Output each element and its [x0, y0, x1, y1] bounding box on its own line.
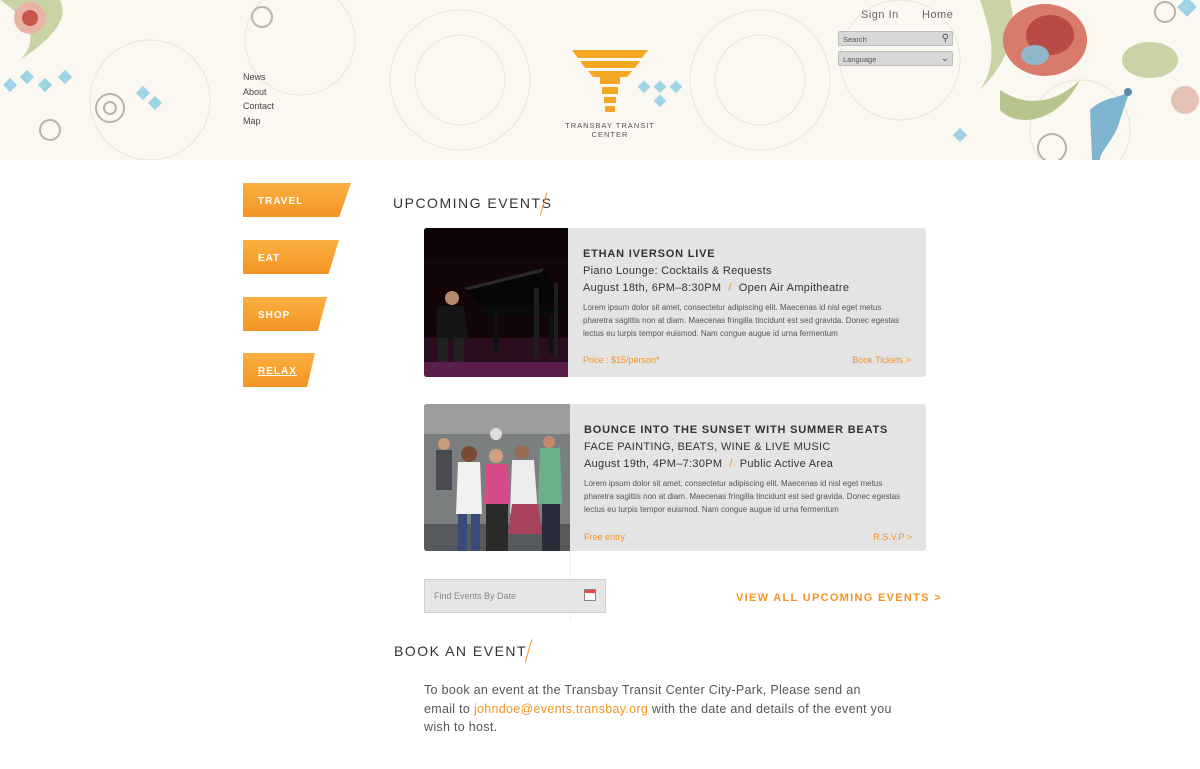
sidebar-item-label: TRAVEL — [258, 196, 304, 207]
event-location: Public Active Area — [739, 458, 834, 470]
sidebar-item-label: SHOP — [258, 310, 291, 321]
logo-text: TRANSBAY TRANSIT CENTER — [565, 121, 655, 139]
nav-news[interactable]: News — [243, 70, 274, 85]
date-separator: / — [728, 282, 732, 294]
header-nav: News About Contact Map — [243, 70, 274, 128]
event-title[interactable]: BOUNCE INTO THE SUNSET WITH SUMMER BEATS — [584, 424, 912, 436]
sidebar-item-label: EAT — [258, 253, 281, 264]
event-photo-dance — [424, 404, 570, 551]
book-event-text: To book an event at the Transbay Transit… — [424, 681, 894, 737]
nav-contact[interactable]: Contact — [243, 99, 274, 114]
home-link[interactable]: Home — [922, 9, 953, 21]
book-event-heading: BOOK AN EVENT — [394, 643, 528, 659]
upcoming-events-heading: UPCOMING EVENTS — [393, 195, 553, 211]
event-price: Free entry — [584, 532, 626, 542]
piano-performance-image — [424, 228, 568, 377]
date-input-placeholder: Find Events By Date — [434, 591, 517, 601]
search-icon[interactable]: ⚲ — [942, 33, 949, 44]
event-card[interactable]: BOUNCE INTO THE SUNSET WITH SUMMER BEATS… — [424, 404, 926, 551]
search-input[interactable]: Search ⚲ — [838, 31, 953, 46]
nav-about[interactable]: About — [243, 85, 274, 100]
sidebar-item-relax[interactable]: RELAX — [243, 353, 315, 387]
event-details: ETHAN IVERSON LIVE Piano Lounge: Cocktai… — [583, 248, 911, 340]
site-logo[interactable]: TRANSBAY TRANSIT CENTER — [548, 46, 672, 139]
transbay-logo-icon — [572, 50, 648, 112]
date-separator: / — [729, 458, 733, 470]
site-header: News About Contact Map TRANSBAY TRANSIT … — [0, 0, 1200, 160]
dancing-crowd-image — [424, 404, 570, 551]
view-all-events-link[interactable]: VIEW ALL UPCOMING EVENTS > — [736, 592, 942, 604]
event-date-location: August 18th, 6PM–8:30PM / Open Air Ampithe… — [583, 282, 911, 294]
event-footer: Price : $15/person* Book Tickets > — [583, 355, 911, 365]
event-price: Price : $15/person* — [583, 355, 660, 365]
event-photo-piano — [424, 228, 568, 377]
contact-email-link[interactable]: johndoe@events.transbay.org — [474, 702, 648, 716]
sidebar-item-travel[interactable]: TRAVEL — [243, 183, 351, 217]
event-location: Open Air Ampitheatre — [738, 282, 850, 294]
event-date: August 18th, 6PM–8:30PM — [583, 282, 722, 294]
event-subtitle: Piano Lounge: Cocktails & Requests — [583, 265, 772, 277]
chevron-down-icon: ⌄ — [940, 53, 949, 64]
sidebar-item-eat[interactable]: EAT — [243, 240, 339, 274]
sign-in-link[interactable]: Sign In — [861, 9, 899, 21]
find-events-date-input[interactable]: Find Events By Date — [424, 579, 606, 613]
language-label: Language — [843, 55, 877, 64]
calendar-icon[interactable] — [584, 589, 596, 601]
event-footer: Free entry R.S.V.P > — [584, 532, 912, 542]
rsvp-link[interactable]: R.S.V.P > — [873, 532, 912, 542]
language-select[interactable]: Language ⌄ — [838, 51, 953, 66]
search-placeholder: Search — [843, 35, 867, 44]
nav-map[interactable]: Map — [243, 114, 274, 129]
book-tickets-link[interactable]: Book Tickets > — [852, 355, 911, 365]
event-card[interactable]: ETHAN IVERSON LIVE Piano Lounge: Cocktai… — [424, 228, 926, 377]
event-description: Lorem ipsum dolor sit amet, consectetur … — [583, 303, 900, 338]
event-details: BOUNCE INTO THE SUNSET WITH SUMMER BEATS… — [584, 424, 912, 516]
event-description: Lorem ipsum dolor sit amet, consectetur … — [584, 479, 901, 514]
event-date-location: August 19th, 4PM–7:30PM / Public Active Ar… — [584, 458, 912, 470]
event-title[interactable]: ETHAN IVERSON LIVE — [583, 248, 911, 260]
event-date: August 19th, 4PM–7:30PM — [584, 458, 723, 470]
sidebar-item-label: RELAX — [258, 366, 297, 377]
event-subtitle: FACE PAINTING, BEATS, WINE & LIVE MUSIC — [584, 441, 831, 453]
sidebar-item-shop[interactable]: SHOP — [243, 297, 327, 331]
